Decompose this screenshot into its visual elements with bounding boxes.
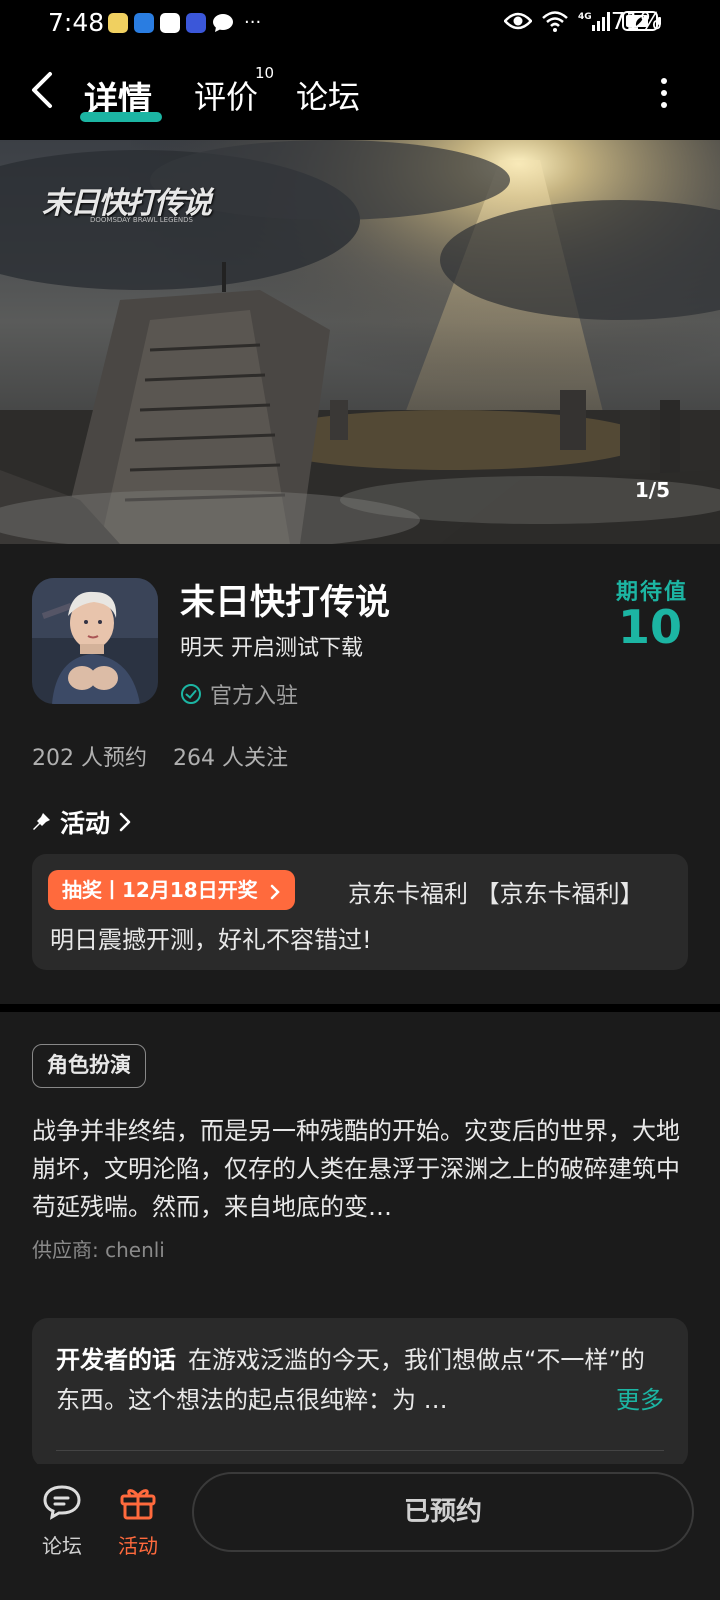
tab-reviews[interactable]: 评价 <box>194 72 258 118</box>
back-button[interactable] <box>30 70 70 118</box>
follower-count: 264 人关注 <box>173 746 288 771</box>
status-bar: 7:48 ··· 4G 71% <box>0 0 720 48</box>
check-circle-icon <box>181 684 201 704</box>
signal-icon: 4G <box>578 12 610 31</box>
forum-chat-icon <box>43 1485 81 1520</box>
app-notification-icon <box>108 12 128 33</box>
more-dots-icon <box>661 78 667 84</box>
wifi-icon <box>542 11 568 32</box>
app-notification-icon <box>134 12 154 33</box>
game-title: 末日快打传说 <box>180 583 391 623</box>
more-options-button[interactable] <box>658 78 670 112</box>
developer-notes-text: 开发者的话 在游戏泛滥的今天，我们想做点“不一样”的东西。这个想法的起点很纯粹：为… <box>56 1340 664 1420</box>
more-dots-icon <box>661 102 667 108</box>
notification-icons: ··· <box>108 12 261 33</box>
gift-icon <box>120 1489 156 1520</box>
game-stats: 202 人预约 264 人关注 <box>32 740 288 772</box>
lottery-tag-label: 抽奖丨12月18日开奖 <box>62 878 258 902</box>
bottom-forum-button[interactable]: 论坛 <box>32 1484 92 1559</box>
activity-card[interactable]: 抽奖丨12月18日开奖 京东卡福利 【京东卡福利】 明日震撼开测，好礼不容错过! <box>32 854 688 970</box>
message-icon <box>213 13 233 32</box>
status-time: 7:48 <box>48 8 105 37</box>
activity-title-line2: 明日震撼开测，好礼不容错过! <box>50 926 372 954</box>
lottery-tag: 抽奖丨12月18日开奖 <box>48 870 295 910</box>
reservation-count: 202 人预约 <box>32 746 147 771</box>
official-badge: 官方入驻 <box>180 678 298 710</box>
developer-notes-label: 开发者的话 <box>56 1346 176 1374</box>
reserved-button[interactable]: 已预约 <box>192 1472 694 1552</box>
bottom-action-bar: 论坛 活动 已预约 <box>0 1464 720 1600</box>
game-detail-content: 末日快打传说 明天 开启测试下载 官方入驻 期待值 10 202 人预约 264… <box>0 544 720 1600</box>
reviews-count-badge: 10 <box>255 64 275 82</box>
more-dots-icon <box>661 90 667 96</box>
activity-title-line1: 京东卡福利 【京东卡福利】 <box>348 880 644 908</box>
game-description[interactable]: 战争并非终结，而是另一种残酷的开始。灾变后的世界，大地崩坏，文明沦陷，仅存的人类… <box>32 1112 688 1226</box>
pin-icon <box>33 813 50 830</box>
game-app-icon <box>32 578 158 704</box>
screenshot-carousel[interactable]: 末日快打传说 DOOMSDAY BRAWL LEGENDS 1/5 <box>0 140 720 544</box>
game-release-status: 明天 开启测试下载 <box>180 636 363 661</box>
official-label: 官方入驻 <box>210 684 299 709</box>
app-notification-icon <box>160 12 180 33</box>
expectation-score: 10 <box>617 600 682 654</box>
tab-forum[interactable]: 论坛 <box>296 72 360 118</box>
chevron-left-icon <box>32 72 52 108</box>
top-navigation: 详情 评价 10 论坛 <box>0 48 720 140</box>
battery-percent: 71% <box>610 9 662 35</box>
activity-heading: 活动 <box>60 809 111 838</box>
game-character-avatar <box>32 578 158 704</box>
genre-tag[interactable]: 角色扮演 <box>32 1044 146 1088</box>
chevron-right-icon <box>270 884 280 899</box>
activity-section-header[interactable]: 活动 <box>32 804 132 840</box>
supplier-label: 供应商: chenli <box>32 1238 165 1262</box>
eye-icon <box>504 12 532 30</box>
chevron-right-icon <box>119 812 131 832</box>
section-divider <box>0 1004 720 1012</box>
bottom-activity-button[interactable]: 活动 <box>108 1484 168 1559</box>
developer-card-divider <box>56 1450 664 1451</box>
carousel-counter: 1/5 <box>634 478 670 502</box>
active-tab-indicator <box>80 112 162 122</box>
app-notification-icon <box>186 12 206 33</box>
svg-text:4G: 4G <box>578 12 592 22</box>
developer-notes-more-link[interactable]: 更多 <box>616 1380 664 1415</box>
more-notifications-icon: ··· <box>244 12 262 33</box>
banner-game-logo-subtitle: DOOMSDAY BRAWL LEGENDS <box>90 216 193 224</box>
bottom-activity-label: 活动 <box>118 1534 158 1558</box>
bottom-forum-label: 论坛 <box>42 1534 82 1558</box>
developer-notes-card[interactable]: 开发者的话 在游戏泛滥的今天，我们想做点“不一样”的东西。这个想法的起点很纯粹：为… <box>32 1318 688 1468</box>
